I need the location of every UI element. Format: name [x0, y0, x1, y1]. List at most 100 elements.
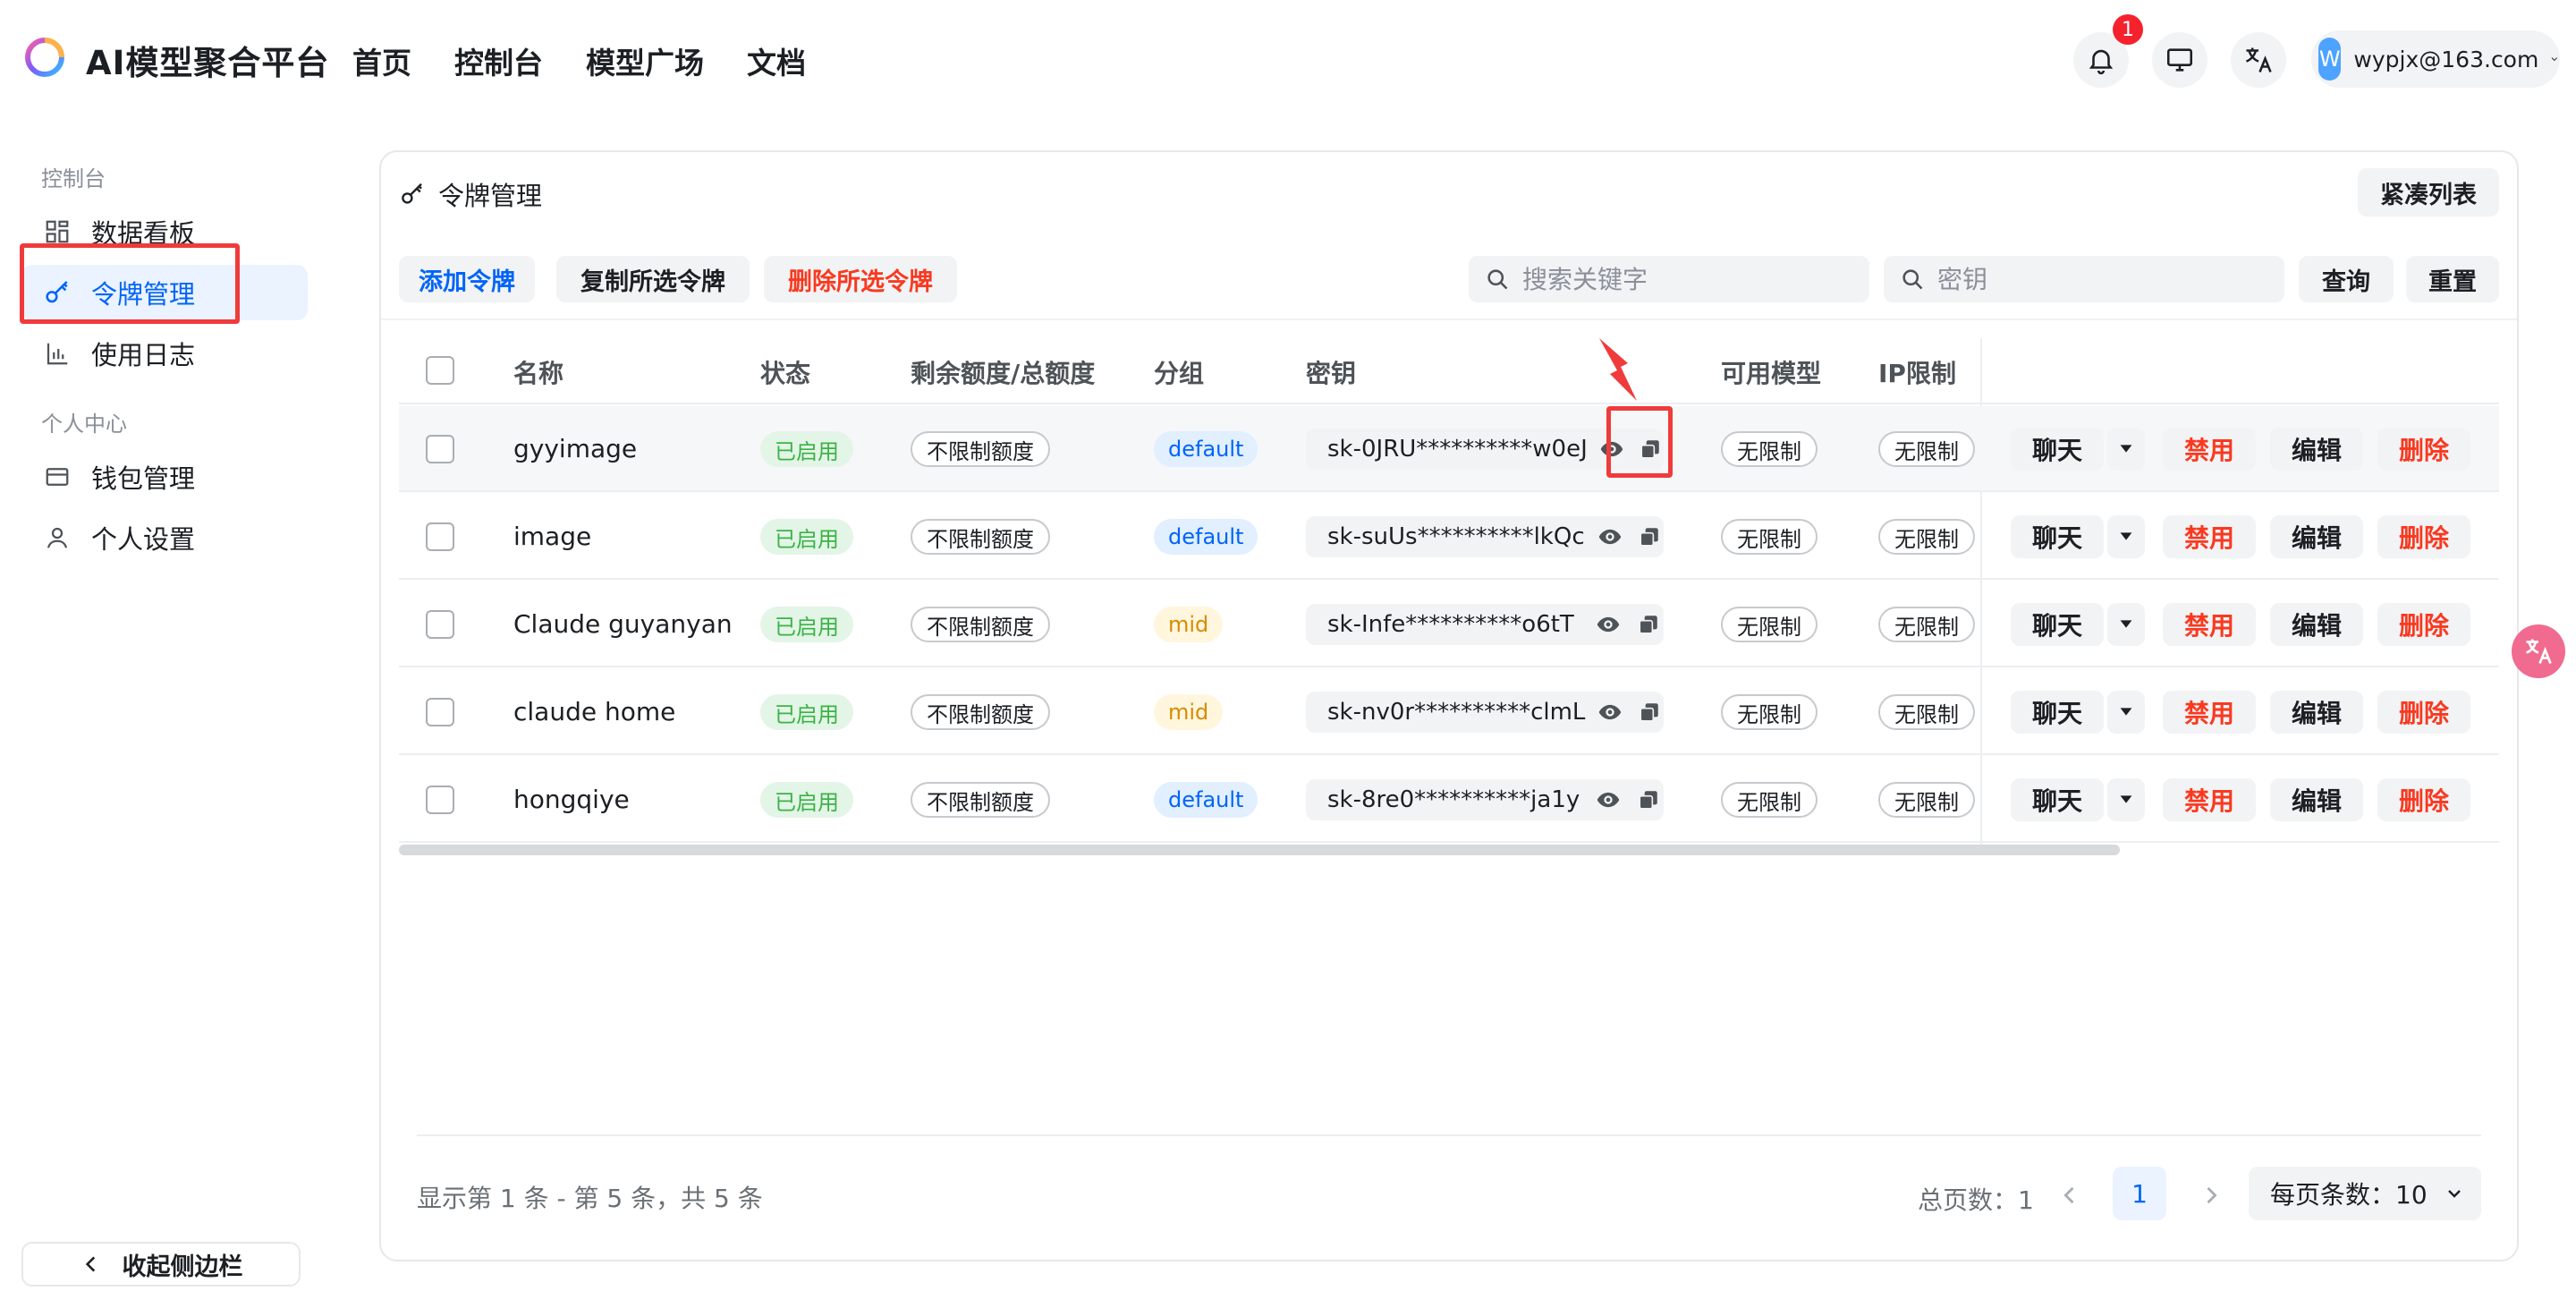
group-tag: default — [1154, 782, 1258, 818]
column-header-key[interactable]: 密钥 — [1306, 354, 1356, 390]
highlight-box-copy — [1606, 406, 1673, 478]
annotation-arrow-icon — [1599, 338, 1637, 401]
eye-icon[interactable] — [1593, 785, 1623, 815]
status-badge: 已启用 — [760, 607, 853, 642]
monitor-icon — [2166, 48, 2193, 72]
column-header-quota[interactable]: 剩余额度/总额度 — [911, 354, 1095, 390]
sidebar-section-console: 控制台 — [41, 166, 106, 191]
user-menu[interactable]: W wypjx@163.com — [2311, 30, 2560, 88]
logo-icon[interactable] — [25, 38, 64, 77]
row-checkbox[interactable] — [426, 786, 454, 814]
prev-page-button[interactable] — [2052, 1177, 2088, 1213]
disable-button[interactable]: 禁用 — [2163, 778, 2256, 821]
copy-icon[interactable] — [1634, 785, 1664, 815]
ip-limit-tag: 无限制 — [1878, 519, 1975, 555]
disable-button[interactable]: 禁用 — [2163, 515, 2256, 558]
sidebar-item-personal-settings[interactable]: 个人设置 — [21, 510, 308, 565]
delete-button[interactable]: 删除 — [2377, 515, 2470, 558]
column-header-ip-limit[interactable]: IP限制 — [1878, 354, 1956, 390]
add-token-button[interactable]: 添加令牌 — [399, 256, 535, 302]
column-header-status[interactable]: 状态 — [760, 354, 810, 390]
chat-dropdown-button[interactable] — [2107, 428, 2145, 471]
edit-button[interactable]: 编辑 — [2270, 515, 2363, 558]
sidebar-item-wallet[interactable]: 钱包管理 — [21, 449, 308, 505]
token-name: image — [513, 522, 592, 551]
select-all-checkbox[interactable] — [426, 356, 454, 385]
token-key-value: sk-8re0**********ja1y — [1327, 786, 1580, 813]
chat-button[interactable]: 聊天 — [2011, 515, 2104, 558]
nav-docs[interactable]: 文档 — [747, 39, 806, 82]
edit-button[interactable]: 编辑 — [2270, 603, 2363, 646]
row-checkbox[interactable] — [426, 610, 454, 639]
eye-icon[interactable] — [1593, 609, 1623, 640]
chevron-left-icon — [2063, 1186, 2074, 1204]
copy-icon[interactable] — [1635, 522, 1664, 552]
horizontal-scrollbar[interactable] — [399, 845, 2120, 855]
nav-home[interactable]: 首页 — [352, 39, 411, 82]
card-header: 令牌管理 — [399, 175, 542, 213]
next-page-button[interactable] — [2193, 1177, 2229, 1213]
token-name: claude home — [513, 697, 676, 726]
chevron-left-icon — [85, 1256, 95, 1272]
reset-button[interactable]: 重置 — [2406, 256, 2499, 302]
chat-button[interactable]: 聊天 — [2011, 778, 2104, 821]
group-tag: default — [1154, 519, 1258, 555]
status-badge: 已启用 — [760, 694, 853, 730]
chat-dropdown-button[interactable] — [2107, 691, 2145, 734]
ip-limit-tag: 无限制 — [1878, 431, 1975, 467]
token-key-value: sk-0JRU**********w0eJ — [1327, 436, 1588, 463]
key-search-input[interactable] — [1937, 264, 2241, 294]
keyword-search-input[interactable] — [1522, 264, 1826, 294]
delete-button[interactable]: 删除 — [2377, 428, 2470, 471]
delete-button[interactable]: 删除 — [2377, 778, 2470, 821]
ip-limit-tag: 无限制 — [1878, 782, 1975, 818]
sidebar-item-usage-log[interactable]: 使用日志 — [21, 326, 308, 381]
edit-button[interactable]: 编辑 — [2270, 778, 2363, 821]
page-1-button[interactable]: 1 — [2113, 1167, 2166, 1220]
disable-button[interactable]: 禁用 — [2163, 428, 2256, 471]
disable-button[interactable]: 禁用 — [2163, 691, 2256, 734]
edit-button[interactable]: 编辑 — [2270, 428, 2363, 471]
eye-icon[interactable] — [1596, 522, 1624, 552]
collapse-sidebar-button[interactable]: 收起侧边栏 — [21, 1242, 301, 1287]
chat-button[interactable]: 聊天 — [2011, 691, 2104, 734]
copy-icon[interactable] — [1635, 697, 1664, 727]
copy-icon[interactable] — [1634, 609, 1664, 640]
display-mode-button[interactable] — [2152, 32, 2207, 88]
eye-icon[interactable] — [1596, 697, 1624, 727]
query-button[interactable]: 查询 — [2299, 256, 2394, 302]
page-size-label: 每页条数：10 — [2270, 1180, 2428, 1210]
highlight-box-sidebar — [20, 243, 240, 324]
group-tag: mid — [1154, 694, 1224, 730]
chat-button[interactable]: 聊天 — [2011, 428, 2104, 471]
delete-button[interactable]: 删除 — [2377, 691, 2470, 734]
key-icon — [402, 183, 422, 204]
ip-limit-tag: 无限制 — [1878, 694, 1975, 730]
floating-translate-button[interactable] — [2512, 624, 2565, 678]
row-checkbox[interactable] — [426, 698, 454, 726]
token-key: sk-8re0**********ja1y — [1306, 779, 1664, 820]
delete-selected-tokens-button[interactable]: 删除所选令牌 — [764, 256, 957, 302]
chat-dropdown-button[interactable] — [2107, 778, 2145, 821]
language-button[interactable] — [2231, 32, 2286, 88]
compact-list-button[interactable]: 紧凑列表 — [2358, 168, 2499, 217]
column-header-models[interactable]: 可用模型 — [1721, 354, 1821, 390]
token-name: gyyimage — [513, 434, 638, 463]
chat-dropdown-button[interactable] — [2107, 515, 2145, 558]
column-header-group[interactable]: 分组 — [1154, 354, 1204, 390]
row-checkbox[interactable] — [426, 522, 454, 551]
page-size-select[interactable]: 每页条数：10 — [2249, 1167, 2481, 1220]
copy-selected-tokens-button[interactable]: 复制所选令牌 — [556, 256, 750, 302]
edit-button[interactable]: 编辑 — [2270, 691, 2363, 734]
chevron-down-icon — [2551, 57, 2558, 62]
delete-button[interactable]: 删除 — [2377, 603, 2470, 646]
disable-button[interactable]: 禁用 — [2163, 603, 2256, 646]
nav-model-plaza[interactable]: 模型广场 — [586, 39, 704, 82]
column-header-name[interactable]: 名称 — [513, 354, 564, 390]
nav-console[interactable]: 控制台 — [454, 39, 543, 82]
chat-button[interactable]: 聊天 — [2011, 603, 2104, 646]
chat-dropdown-button[interactable] — [2107, 603, 2145, 646]
bar-chart-icon — [41, 337, 73, 369]
row-checkbox[interactable] — [426, 435, 454, 463]
quota-tag: 不限制额度 — [911, 519, 1050, 555]
